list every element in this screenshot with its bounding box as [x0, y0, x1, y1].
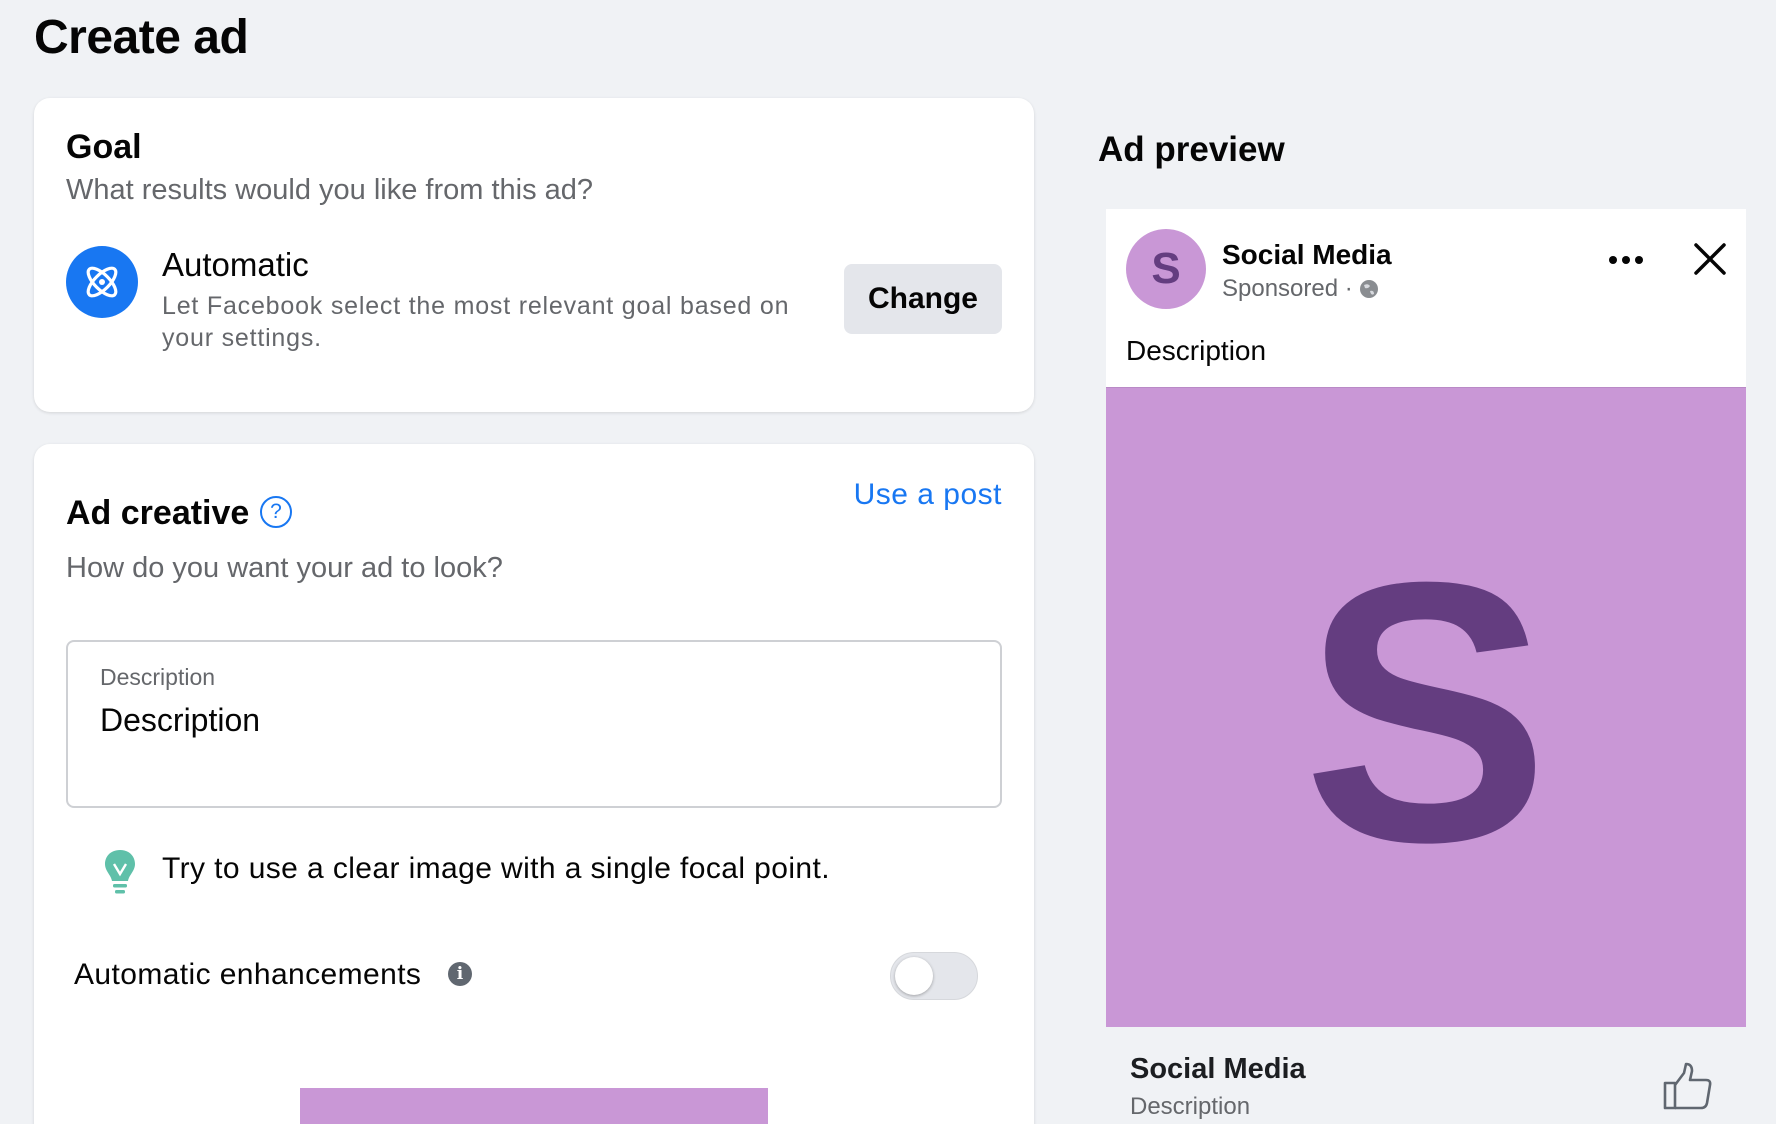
ad-creative-heading: Ad creative	[66, 494, 250, 532]
globe-icon	[1359, 280, 1378, 298]
toggle-knob	[895, 957, 933, 995]
ad-image[interactable]: S	[1106, 387, 1746, 1027]
footer-name: Social Media	[1130, 1053, 1306, 1085]
ad-footer[interactable]: Social Media Description	[1106, 1027, 1746, 1124]
post-text: Description	[1126, 335, 1267, 366]
description-field[interactable]: Description Description	[66, 640, 1002, 808]
info-icon[interactable]: i	[448, 962, 472, 986]
creative-tip: Try to use a clear image with a single f…	[162, 852, 830, 885]
atom-icon	[66, 246, 138, 318]
page-name[interactable]: Social Media	[1222, 239, 1392, 271]
goal-subheading: What results would you like from this ad…	[66, 174, 594, 206]
more-options-icon[interactable]	[1606, 253, 1646, 267]
ad-preview-heading: Ad preview	[1098, 130, 1285, 169]
page-title: Create ad	[34, 11, 249, 64]
change-goal-button[interactable]: Change	[844, 264, 1002, 334]
description-field-label: Description	[100, 664, 216, 690]
goal-card: Goal What results would you like from th…	[34, 98, 1034, 412]
footer-description: Description	[1130, 1093, 1251, 1120]
like-icon[interactable]	[1662, 1061, 1714, 1111]
media-thumbnail[interactable]	[300, 1088, 768, 1124]
goal-option-name: Automatic	[162, 246, 309, 283]
lightbulb-icon	[102, 848, 138, 896]
automatic-enhancements-label: Automatic enhancements	[74, 958, 422, 991]
page-avatar[interactable]: S	[1126, 229, 1206, 309]
goal-option-description: Let Facebook select the most relevant go…	[162, 292, 790, 352]
description-field-value[interactable]: Description	[100, 702, 260, 739]
ad-image-letter: S	[1303, 506, 1550, 919]
use-a-post-link[interactable]: Use a post	[854, 478, 1002, 512]
goal-heading: Goal	[66, 128, 142, 166]
ad-creative-card: Ad creative ? Use a post How do you want…	[34, 444, 1034, 1124]
automatic-enhancements-toggle[interactable]	[890, 952, 978, 1000]
brand-logo-icon: S	[1303, 506, 1550, 919]
ad-preview-card: S Social Media Sponsored · Description S…	[1106, 209, 1746, 1124]
sponsored-label: Sponsored ·	[1222, 275, 1353, 302]
ad-creative-subheading: How do you want your ad to look?	[66, 552, 503, 584]
sponsored-label-row: Sponsored ·	[1222, 275, 1379, 303]
close-icon[interactable]	[1692, 241, 1728, 277]
help-icon[interactable]: ?	[260, 496, 292, 528]
